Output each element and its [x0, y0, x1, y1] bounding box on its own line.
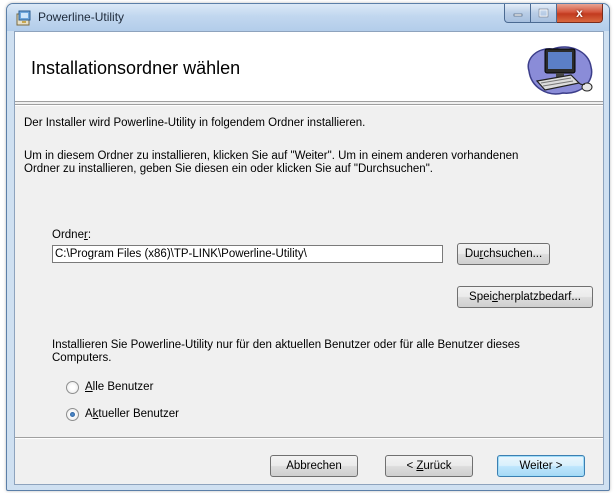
computer-setup-icon — [527, 46, 593, 95]
dialog-client: Installationsordner wählen Der Installer… — [14, 31, 604, 485]
instruction-line-1: Um in diesem Ordner zu installieren, kli… — [24, 150, 519, 162]
instruction-line-2: Ordner zu installieren, geben Sie diesen… — [24, 163, 433, 175]
header-banner: Installationsordner wählen — [15, 32, 603, 102]
header-divider — [15, 104, 603, 106]
folder-path-input[interactable]: C:\Program Files (x86)\TP-LINK\Powerline… — [52, 245, 443, 263]
caption-buttons: x — [504, 4, 603, 23]
users-question-line-2: Computers. — [52, 352, 112, 364]
installer-window: Powerline-Utility x Installationsordner … — [6, 3, 610, 491]
current-user-radio[interactable] — [66, 407, 79, 421]
all-users-radio[interactable] — [66, 380, 79, 394]
browse-button[interactable]: Du r chsuchen... — [457, 243, 550, 265]
disk-cost-button[interactable]: Spei c herplatzbedarf... — [457, 286, 593, 308]
next-button[interactable]: Weiter > — [497, 455, 585, 477]
minimize-button[interactable] — [504, 4, 531, 23]
back-button[interactable]: < Zurück — [385, 455, 473, 477]
maximize-button[interactable] — [531, 4, 557, 23]
close-button[interactable]: x — [557, 4, 603, 23]
intro-text: Der Installer wird Powerline-Utility in … — [24, 117, 366, 129]
all-users-label[interactable]: Alle Benutzer — [85, 381, 153, 393]
folder-label: Ordner: — [52, 229, 92, 241]
all-users-option[interactable]: Alle Benutzer — [66, 379, 153, 395]
title-bar[interactable]: Powerline-Utility x — [7, 4, 609, 31]
minimize-icon — [513, 13, 522, 17]
cancel-button[interactable]: Abbrechen — [270, 455, 358, 477]
users-question-line-1: Installieren Sie Powerline-Utility nur f… — [52, 339, 520, 351]
window-title: Powerline-Utility — [38, 10, 125, 24]
current-user-label[interactable]: Aktueller Benutzer — [85, 408, 179, 420]
maximize-icon — [538, 8, 549, 18]
page-title: Installationsordner wählen — [31, 58, 241, 78]
current-user-option[interactable]: Aktueller Benutzer — [66, 406, 179, 422]
installer-package-icon — [16, 10, 31, 26]
close-icon: x — [576, 6, 583, 20]
footer-divider — [15, 437, 603, 439]
